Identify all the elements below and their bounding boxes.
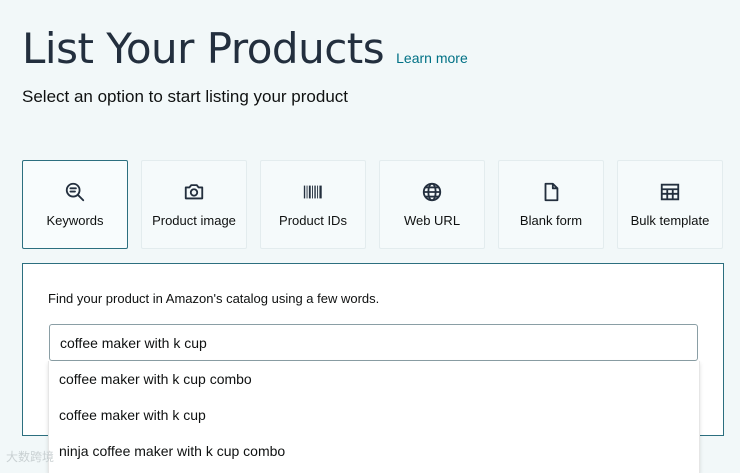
suggestion-item[interactable]: coffee maker with k cup combo [49, 361, 699, 397]
option-keywords[interactable]: Keywords [22, 160, 128, 249]
option-product-image[interactable]: Product image [141, 160, 247, 249]
suggestion-item[interactable]: coffee maker with k cup [49, 397, 699, 433]
option-web-url[interactable]: Web URL [379, 160, 485, 249]
option-blank-form[interactable]: Blank form [498, 160, 604, 249]
option-label: Product image [152, 213, 236, 228]
camera-icon [184, 184, 204, 200]
page-subtitle: Select an option to start listing your p… [22, 87, 349, 106]
option-label: Product IDs [279, 213, 347, 228]
title-row: List Your Products Learn more [22, 24, 468, 73]
option-label: Bulk template [630, 213, 710, 228]
listing-options: Keywords Product image Product IDs Web U… [22, 160, 724, 249]
option-label: Keywords [46, 213, 104, 228]
option-product-ids[interactable]: Product IDs [260, 160, 366, 249]
barcode-icon [303, 185, 322, 199]
globe-icon [422, 182, 442, 202]
suggestion-dropdown: coffee maker with k cup combo coffee mak… [48, 361, 700, 473]
option-bulk-template[interactable]: Bulk template [617, 160, 723, 249]
spreadsheet-icon [660, 183, 680, 201]
search-input[interactable] [49, 324, 698, 361]
page-title: List Your Products [22, 24, 385, 73]
option-label: Web URL [403, 213, 461, 228]
suggestion-item[interactable]: ninja coffee maker with k cup combo [49, 433, 699, 469]
option-label: Blank form [519, 213, 583, 228]
search-instruction: Find your product in Amazon's catalog us… [48, 291, 380, 306]
learn-more-link[interactable]: Learn more [396, 50, 468, 66]
keyword-search-icon [65, 182, 85, 202]
document-icon [544, 182, 559, 202]
watermark: 大数跨境 [6, 450, 55, 464]
